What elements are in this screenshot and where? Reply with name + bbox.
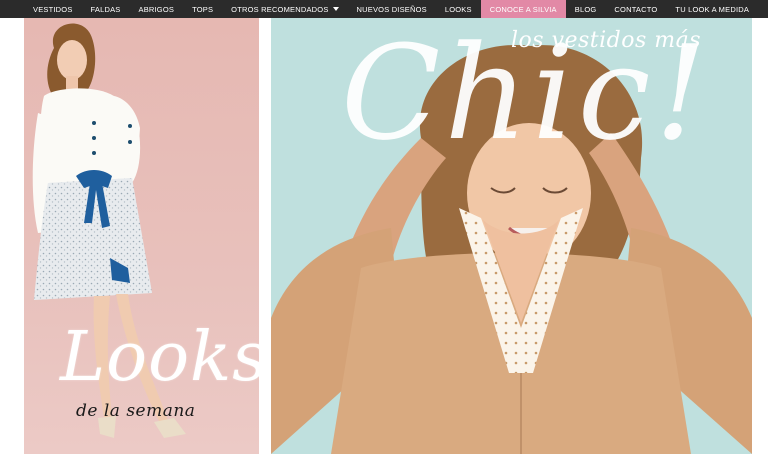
nav-item-label: OTROS RECOMENDADOS	[231, 4, 329, 14]
nav-item-label: TU LOOK A MEDIDA	[675, 4, 750, 14]
looks-de-la-semana-banner[interactable]: Looks de la semana	[24, 18, 259, 454]
nav-item-nuevos-disenos[interactable]: NUEVOS DISEÑOS	[348, 0, 436, 18]
caret-down-icon	[332, 7, 339, 11]
nav-item-conoce-a-silvia[interactable]: CONOCE A SILVIA	[480, 0, 566, 18]
main-navigation: VESTIDOS FALDAS ABRIGOS TOPS OTROS RECOM…	[0, 0, 768, 18]
nav-item-label: LOOKS	[444, 4, 472, 14]
nav-item-tops[interactable]: TOPS	[183, 0, 222, 18]
nav-item-label: FALDAS	[90, 4, 121, 14]
nav-item-label: BLOG	[574, 4, 597, 14]
nav-item-vestidos[interactable]: VESTIDOS	[24, 0, 82, 18]
nav-item-blog[interactable]: BLOG	[566, 0, 606, 18]
nav-item-looks[interactable]: LOOKS	[436, 0, 481, 18]
nav-item-label: CONTACTO	[614, 4, 658, 14]
nav-item-faldas[interactable]: FALDAS	[82, 0, 130, 18]
nav-item-label: NUEVOS DISEÑOS	[356, 4, 427, 14]
nav-item-tu-look-a-medida[interactable]: TU LOOK A MEDIDA	[666, 0, 758, 18]
looks-subtitle: de la semana	[76, 401, 196, 421]
vestidos-chic-banner[interactable]: los vestidos más Chic!	[271, 18, 752, 454]
nav-item-label: VESTIDOS	[33, 4, 73, 14]
nav-item-otros-recomendados[interactable]: OTROS RECOMENDADOS	[222, 0, 347, 18]
looks-title: Looks	[60, 318, 259, 397]
chic-title: Chic!	[341, 18, 711, 169]
nav-item-contacto[interactable]: CONTACTO	[605, 0, 666, 18]
nav-item-label: CONOCE A SILVIA	[489, 4, 557, 14]
nav-item-label: TOPS	[192, 4, 214, 14]
nav-item-label: ABRIGOS	[138, 4, 175, 14]
nav-item-abrigos[interactable]: ABRIGOS	[130, 0, 184, 18]
